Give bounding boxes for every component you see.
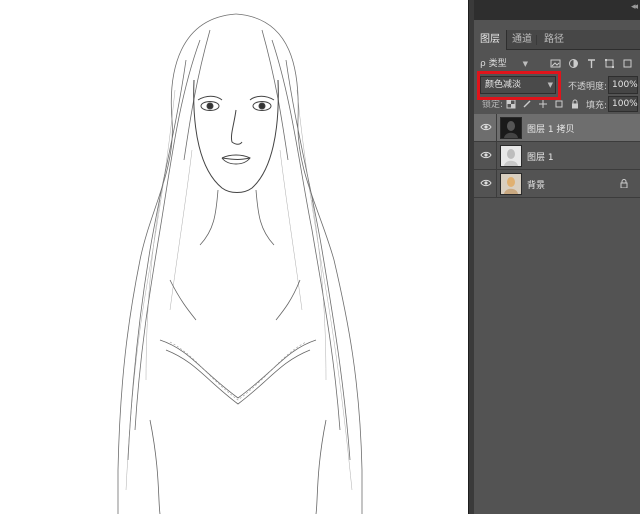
tab-paths[interactable]: 路径 [538, 30, 570, 50]
row-divider [496, 142, 497, 170]
panel-tabs: 图层 通道 路径 [474, 30, 640, 50]
adjustment-filter-icon[interactable] [568, 58, 579, 69]
collapse-panel-icon[interactable]: ◂◂ [631, 2, 638, 12]
tab-channels[interactable]: 通道 [506, 30, 538, 50]
layer-name: 图层 1 [527, 153, 554, 163]
tab-separator [536, 35, 537, 45]
fill-label: 填充: [586, 101, 608, 111]
filter-kind-dropdown[interactable]: ρ 类型 ▼ [480, 56, 530, 72]
fill-input[interactable]: 100% [608, 96, 638, 112]
opacity-input[interactable]: 100% [608, 76, 638, 94]
panel-topbar: ◂◂ [474, 0, 640, 20]
pixel-filter-icon[interactable] [550, 58, 561, 69]
layer-thumbnail [500, 117, 522, 139]
layer-row-copy[interactable]: 图层 1 拷贝 [474, 114, 640, 142]
smart-object-filter-icon[interactable] [622, 58, 633, 69]
layer-row-1[interactable]: 图层 1 [474, 142, 640, 170]
lock-artboard-icon[interactable] [554, 99, 564, 109]
layer-row-background[interactable]: 背景 [474, 170, 640, 198]
layer-lock-icon [620, 179, 628, 188]
dark-portrait-thumbnail-icon [504, 121, 518, 138]
visibility-eye-icon[interactable] [480, 178, 492, 188]
lock-position-icon[interactable] [538, 99, 548, 109]
row-divider [496, 170, 497, 198]
document-canvas[interactable] [0, 0, 468, 514]
type-filter-icon[interactable] [586, 58, 597, 69]
chevron-down-icon: ▼ [522, 60, 528, 68]
lock-all-icon[interactable] [570, 99, 580, 109]
lock-image-pixels-icon[interactable] [522, 99, 532, 109]
visibility-eye-icon[interactable] [480, 150, 492, 160]
color-portrait-thumbnail-icon [504, 177, 518, 194]
layer-thumbnail [500, 145, 522, 167]
opacity-label: 不透明度: [568, 82, 608, 92]
light-portrait-thumbnail-icon [504, 149, 518, 166]
row-divider [496, 114, 497, 142]
layer-thumbnail [500, 173, 522, 195]
shape-filter-icon[interactable] [604, 58, 615, 69]
layer-name: 图层 1 拷贝 [527, 125, 575, 135]
filter-kind-label: ρ 类型 [480, 59, 507, 69]
visibility-eye-icon[interactable] [480, 122, 492, 132]
layer-name: 背景 [527, 181, 546, 191]
highlight-annotation-box [477, 71, 561, 100]
lock-transparent-pixels-icon[interactable] [506, 99, 516, 109]
sketch-portrait-image [117, 13, 363, 514]
tab-layers[interactable]: 图层 [474, 30, 507, 50]
layers-list: 图层 1 拷贝 图层 1 背景 [474, 114, 640, 198]
